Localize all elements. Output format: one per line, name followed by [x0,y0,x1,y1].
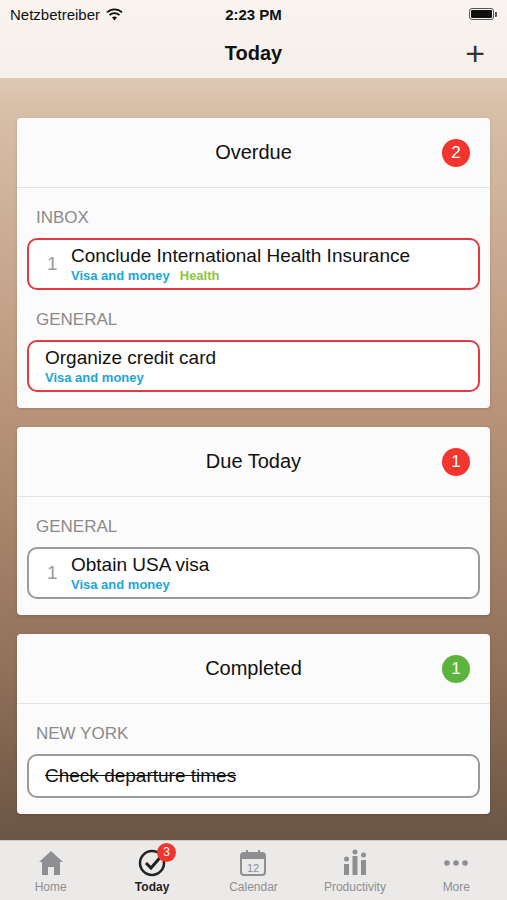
task-list: 1 Conclude International Health Insurance… [17,238,490,290]
svg-text:12: 12 [247,862,259,874]
battery-icon [469,8,497,20]
task-content: Conclude International Health InsuranceV… [71,245,410,283]
screen: Netzbetreiber2:23 PMToday+Overdue2INBOX1… [0,0,507,900]
section-card: Overdue 2 INBOX 1 Conclude International Hea… [17,118,490,408]
task-tags: Visa and money Health [71,268,410,283]
task-tag[interactable]: Health [180,268,220,283]
section-card: Due Today 1 GENERAL 1 Obtain USA visaVisa an… [17,427,490,615]
task-item[interactable]: Organize credit cardVisa and money [27,340,480,392]
tab-label: Home [35,880,67,894]
task-list: 1 Obtain USA visaVisa and money [17,547,490,599]
tab-item[interactable]: Home [0,841,101,900]
battery-body [469,8,494,20]
task-tags: Visa and money [45,370,216,385]
tab-icon-wrap [36,848,66,878]
task-list: Organize credit cardVisa and money [17,340,490,392]
battery-fill [471,10,492,18]
tab-icon-wrap [441,848,471,878]
tab-bar: Home 3 Today 12 Calendar Productivity More [0,840,507,900]
calendar-icon: 12 [238,848,268,878]
group-label: INBOX [17,188,490,238]
task-group: GENERAL Organize credit cardVisa and mone… [17,290,490,392]
status-time: 2:23 PM [225,6,282,23]
task-group: NEW YORK Check departure times [17,704,490,798]
more-icon [441,848,471,878]
tab-item[interactable]: 3 Today [101,841,202,900]
task-tags: Visa and money [71,577,209,592]
wifi-icon [106,8,123,21]
add-button[interactable]: + [461,36,489,70]
task-content: Check departure times [45,765,236,787]
carrier: Netzbetreiber [10,6,225,23]
count-badge: 2 [442,139,470,167]
group-label: GENERAL [17,290,490,340]
section-title: Overdue [215,141,292,164]
tab-label: Productivity [324,880,386,894]
section-card: Completed 1 NEW YORK Check departure times [17,634,490,814]
task-title: Organize credit card [45,347,216,369]
section-header[interactable]: Completed 1 [17,634,490,704]
carrier-name: Netzbetreiber [10,6,100,23]
task-item[interactable]: Check departure times [27,754,480,798]
group-label: GENERAL [17,497,490,547]
task-number: 1 [47,253,59,275]
task-title: Check departure times [45,765,236,787]
task-tag[interactable]: Visa and money [71,268,170,283]
section-header[interactable]: Overdue 2 [17,118,490,188]
nav-bar: Today + [0,28,507,78]
nav-title: Today [60,42,447,65]
task-group: GENERAL 1 Obtain USA visaVisa and money [17,497,490,599]
home-icon [36,848,66,878]
tab-badge: 3 [157,843,176,862]
task-title: Conclude International Health Insurance [71,245,410,267]
tab-item[interactable]: More [406,841,507,900]
section-title: Completed [205,657,302,680]
tab-icon-wrap: 3 [137,848,167,878]
task-number: 1 [47,562,59,584]
task-sections: Overdue 2 INBOX 1 Conclude International Hea… [0,78,507,840]
task-tag[interactable]: Visa and money [45,370,144,385]
count-badge: 1 [442,655,470,683]
tab-item[interactable]: Productivity [304,841,405,900]
task-content: Obtain USA visaVisa and money [71,554,209,592]
tab-label: Today [135,880,169,894]
task-list: Check departure times [17,754,490,798]
count-badge: 1 [442,448,470,476]
task-item[interactable]: 1 Obtain USA visaVisa and money [27,547,480,599]
tab-icon-wrap: 12 [238,848,268,878]
section-title: Due Today [206,450,301,473]
tab-label: Calendar [229,880,278,894]
status-bar: Netzbetreiber 2:23 PM [0,0,507,28]
group-label: NEW YORK [17,704,490,754]
tab-item[interactable]: 12 Calendar [203,841,304,900]
tab-label: More [443,880,470,894]
task-tag[interactable]: Visa and money [71,577,170,592]
productivity-icon [340,848,370,878]
task-content: Organize credit cardVisa and money [45,347,216,385]
task-title: Obtain USA visa [71,554,209,576]
task-item[interactable]: 1 Conclude International Health Insurance… [27,238,480,290]
battery-tip [495,12,497,17]
task-group: INBOX 1 Conclude International Health Insu… [17,188,490,290]
tab-icon-wrap [340,848,370,878]
section-header[interactable]: Due Today 1 [17,427,490,497]
